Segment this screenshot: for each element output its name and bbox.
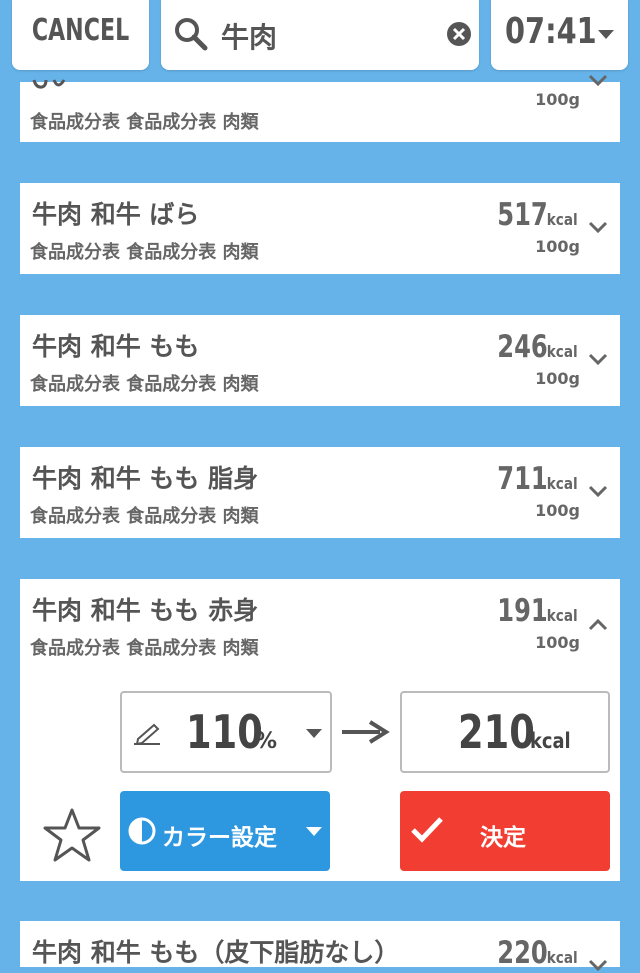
time-selector[interactable]: 07:41 [491,0,628,70]
chevron-down-icon [306,729,322,738]
color-settings-label: カラー設定 [162,825,277,851]
star-favorite-icon[interactable] [42,807,102,863]
kcal-value: 246 [497,329,548,365]
result-kcal-unit: kcal [530,729,571,753]
time-value: 07:41 [505,11,597,52]
top-bar: CANCEL 牛肉 07:41 [0,0,640,74]
food-title: 牛肉 和牛 もも（皮下脂肪なし） [32,938,400,967]
arrow-right-icon [342,720,390,744]
kcal-value: 220 [497,935,548,971]
chevron-down-icon[interactable] [588,74,608,88]
kcal-unit: kcal [546,342,578,361]
cancel-label: CANCEL [31,13,130,48]
title-fragment-glyph [32,79,66,89]
chevron-down-icon[interactable] [588,221,608,235]
portion-percent-select[interactable]: 110 % [120,691,332,773]
kcal-unit: kcal [546,474,578,493]
food-kcal: 246kcal [483,329,580,365]
food-serving: 100g [535,369,580,388]
chevron-down-icon[interactable] [588,959,608,973]
color-settings-button[interactable]: カラー設定 [120,791,330,871]
kcal-unit: kcal [546,210,578,229]
food-item[interactable]: 牛肉 和牛 もも 脂身 食品成分表 食品成分表 肉類 711kcal 100g [20,447,620,538]
food-kcal: 517kcal [483,197,580,233]
food-item[interactable]: 牛肉 和牛 ばら 食品成分表 食品成分表 肉類 517kcal 100g [20,183,620,274]
kcal-value: 517 [497,197,548,233]
clear-search-icon[interactable] [445,20,473,48]
food-title: 牛肉 和牛 もも 赤身 [32,596,259,625]
food-source: 食品成分表 食品成分表 肉類 [30,242,259,263]
food-source: 食品成分表 食品成分表 肉類 [30,506,259,527]
search-box[interactable]: 牛肉 [161,0,479,70]
kcal-unit: kcal [546,606,578,625]
food-title: 牛肉 和牛 もも [32,332,200,361]
kcal-value: 711 [497,461,548,497]
chevron-down-icon [598,30,614,39]
food-item[interactable]: 食品成分表 食品成分表 肉類 100g [20,74,620,142]
food-serving: 100g [535,237,580,256]
food-source: 食品成分表 食品成分表 肉類 [30,638,259,659]
food-title: 牛肉 和牛 ばら [32,200,200,229]
edit-pen-icon [134,723,160,745]
chevron-up-icon[interactable] [588,617,608,631]
food-serving: 100g [535,90,580,109]
confirm-button[interactable]: 決定 [400,791,610,871]
food-kcal: 191kcal [483,593,580,629]
result-kcal-value: 210 [458,705,535,759]
checkmark-icon [411,817,443,843]
search-icon [175,18,208,51]
food-source: 食品成分表 食品成分表 肉類 [30,374,259,395]
chevron-down-icon[interactable] [588,353,608,367]
food-item[interactable]: 牛肉 和牛 もも 食品成分表 食品成分表 肉類 246kcal 100g [20,315,620,406]
food-serving: 100g [535,501,580,520]
food-kcal: 711kcal [483,461,580,497]
food-item[interactable]: 牛肉 和牛 もも（皮下脂肪なし） 220kcal [20,921,620,972]
result-kcal-display: 210 kcal [400,691,610,773]
cancel-button[interactable]: CANCEL [12,0,149,70]
food-item-expanded[interactable]: 牛肉 和牛 もも 赤身 食品成分表 食品成分表 肉類 191kcal 100g … [20,579,620,881]
kcal-unit: kcal [546,948,578,967]
food-kcal: 220kcal [483,935,580,971]
confirm-label: 決定 [480,825,526,851]
food-source: 食品成分表 食品成分表 肉類 [30,112,259,133]
percent-value: 110 [186,705,263,759]
food-serving: 100g [535,633,580,652]
search-input[interactable]: 牛肉 [221,16,277,56]
chevron-down-icon[interactable] [588,485,608,499]
contrast-icon [128,817,156,845]
chevron-down-icon [306,827,322,836]
kcal-value: 191 [497,593,548,629]
food-title: 牛肉 和牛 もも 脂身 [32,464,259,493]
percent-unit: % [255,729,278,754]
